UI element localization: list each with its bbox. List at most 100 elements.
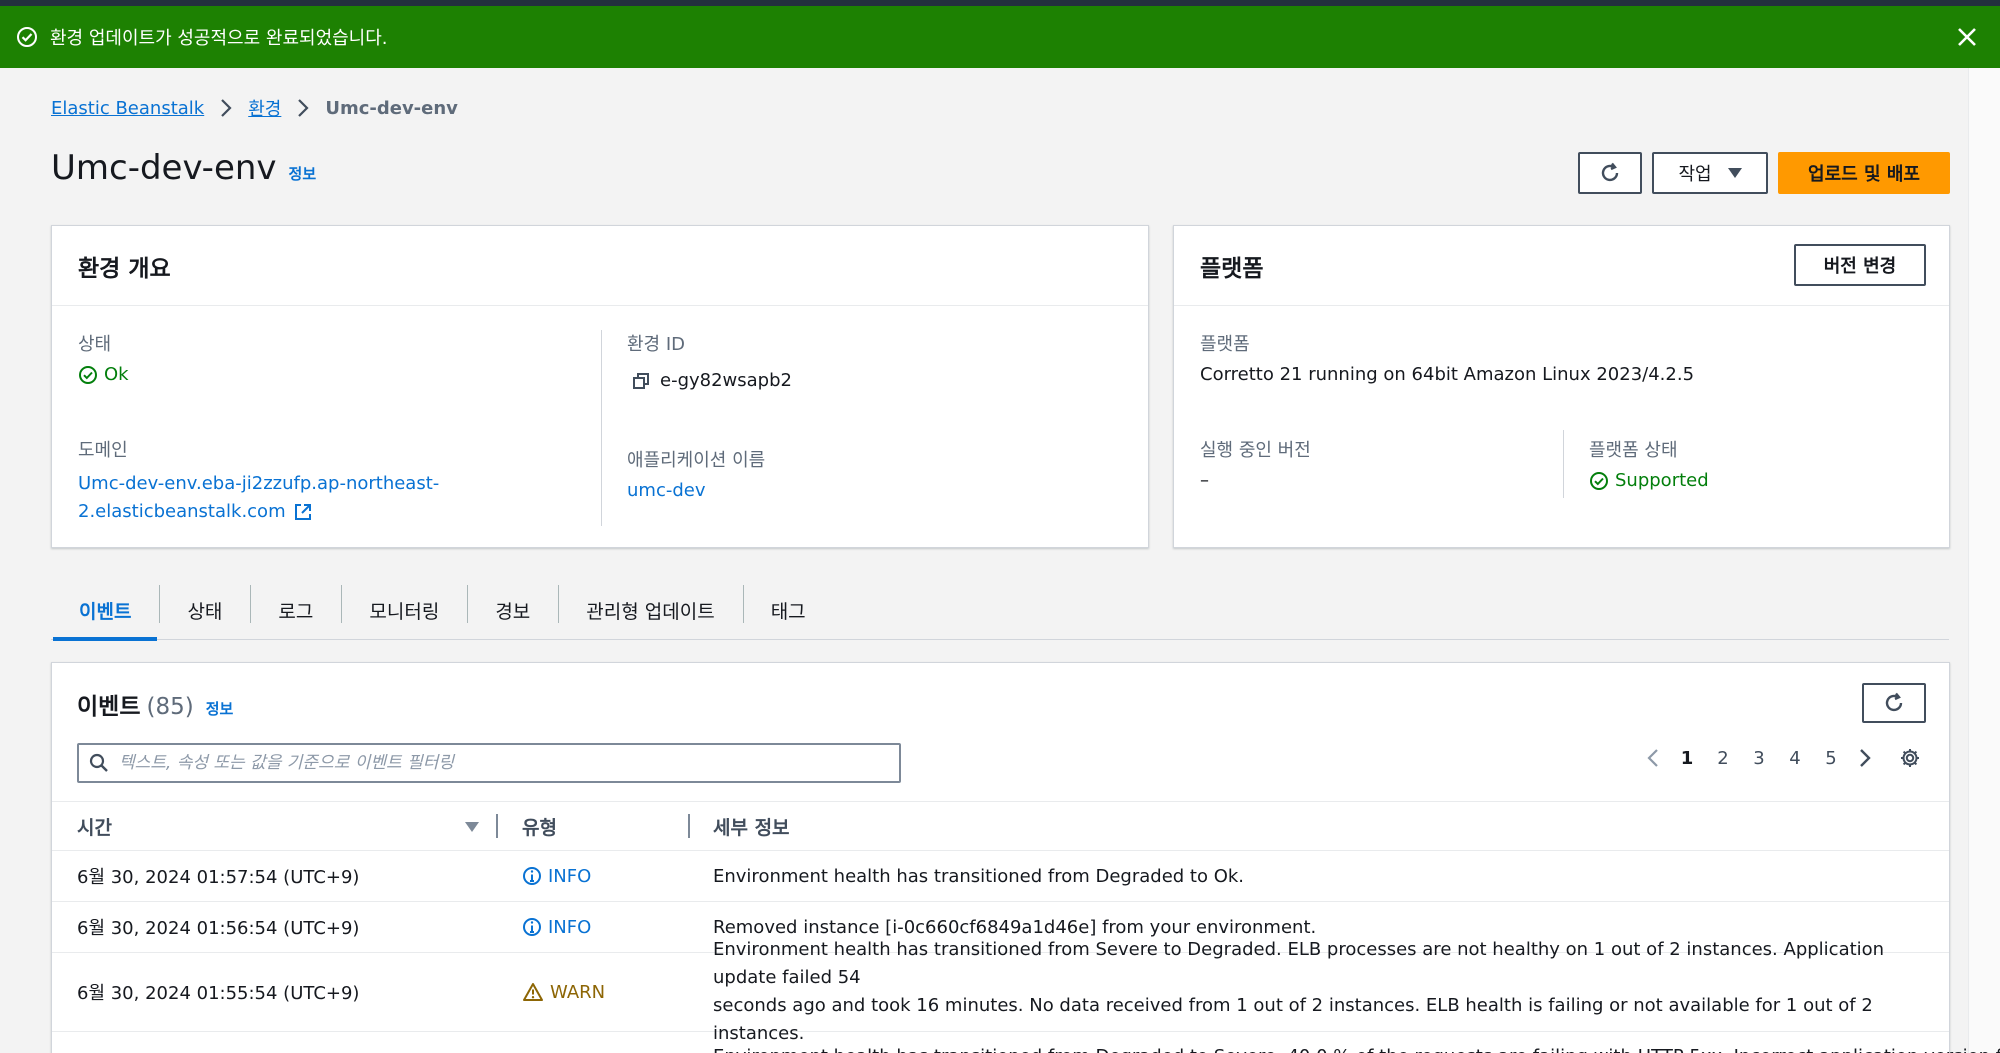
sort-down-icon[interactable] xyxy=(465,822,479,832)
column-type[interactable]: 유형 xyxy=(522,802,557,850)
tab-events[interactable]: 이벤트 xyxy=(51,582,159,641)
domain-line-1: Umc-dev-env.eba-ji2zzufp.ap-northeast- xyxy=(78,473,440,494)
status-ok-icon xyxy=(78,365,98,385)
page-5[interactable]: 5 xyxy=(1813,748,1849,769)
events-refresh-button[interactable] xyxy=(1862,683,1926,723)
column-resizer[interactable] xyxy=(688,814,690,838)
external-link-icon xyxy=(294,503,312,521)
change-version-button[interactable]: 버전 변경 xyxy=(1794,244,1926,286)
running-version-value: – xyxy=(1200,470,1209,491)
refresh-button[interactable] xyxy=(1578,152,1642,194)
env-id-text: e-gy82wsapb2 xyxy=(660,370,792,391)
domain-link[interactable]: Umc-dev-env.eba-ji2zzufp.ap-northeast- 2… xyxy=(78,470,439,526)
breadcrumb: Elastic Beanstalk 환경 Umc-dev-env xyxy=(51,95,458,121)
search-input[interactable] xyxy=(119,753,859,773)
platform-value: Corretto 21 running on 64bit Amazon Linu… xyxy=(1200,364,1695,385)
event-detail: Environment health has transitioned from… xyxy=(713,865,1245,887)
page-4[interactable]: 4 xyxy=(1777,748,1813,769)
event-type-text: INFO xyxy=(548,916,592,938)
breadcrumb-environments[interactable]: 환경 xyxy=(248,95,281,121)
column-divider xyxy=(601,330,602,526)
event-type-text: WARN xyxy=(550,981,606,1003)
warning-icon xyxy=(522,982,544,1002)
tab-bar: 이벤트 상태 로그 모니터링 경보 관리형 업데이트 태그 xyxy=(51,582,1949,641)
events-title: 이벤트 xyxy=(77,694,141,720)
side-rail xyxy=(1968,68,2000,1053)
events-panel: 이벤트 (85) 정보 1 2 3 4 5 시간 유형 세부 정보 6월 30,… xyxy=(51,662,2000,1053)
chevron-left-icon[interactable] xyxy=(1637,748,1669,768)
column-resizer[interactable] xyxy=(496,814,498,838)
chevron-right-icon xyxy=(297,98,309,118)
event-type: INFO xyxy=(522,902,591,952)
events-search[interactable] xyxy=(77,743,901,783)
domain-line-2: 2.elasticbeanstalk.com xyxy=(78,501,286,522)
status-text: Ok xyxy=(104,364,129,385)
column-divider xyxy=(1563,430,1564,498)
running-version-label: 실행 중인 버전 xyxy=(1200,440,1311,461)
page-3[interactable]: 3 xyxy=(1741,748,1777,769)
event-time: 6월 30, 2024 01:55:54 (UTC+9) xyxy=(77,983,360,1004)
page-title: Umc-dev-env xyxy=(51,148,277,188)
card-title: 환경 개요 xyxy=(52,226,1148,306)
event-time: 6월 30, 2024 01:57:54 (UTC+9) xyxy=(77,867,360,888)
flash-message: 환경 업데이트가 성공적으로 완료되었습니다. xyxy=(50,28,388,49)
page-title-container: Umc-dev-env 정보 xyxy=(51,148,316,188)
platform-status-value: Supported xyxy=(1589,470,1709,491)
platform-status-label: 플랫폼 상태 xyxy=(1589,440,1678,461)
event-type-text: INFO xyxy=(548,865,592,887)
domain-label: 도메인 xyxy=(78,440,128,461)
success-check-icon xyxy=(16,26,38,48)
status-label: 상태 xyxy=(78,334,112,355)
env-id-label: 환경 ID xyxy=(627,334,686,355)
tab-alarms[interactable]: 경보 xyxy=(467,582,558,639)
event-type: WARN xyxy=(522,953,605,1031)
platform-card: 플랫폼 버전 변경 플랫폼 Corretto 21 running on 64b… xyxy=(1173,225,1950,548)
chevron-right-icon[interactable] xyxy=(1849,748,1881,768)
event-detail-line-1: Environment health has transitioned from… xyxy=(713,939,1885,988)
gear-icon[interactable] xyxy=(1899,747,1921,769)
tab-health[interactable]: 상태 xyxy=(159,582,250,639)
refresh-icon xyxy=(1598,161,1622,185)
table-row: 6월 30, 2024 01:55:54 (UTC+9) WARN Enviro… xyxy=(52,939,1949,1044)
event-time: 6월 30, 2024 01:56:54 (UTC+9) xyxy=(77,918,360,939)
event-detail: Environment health has transitioned from… xyxy=(713,1044,2000,1053)
tab-logs[interactable]: 로그 xyxy=(250,582,341,639)
app-name-label: 애플리케이션 이름 xyxy=(627,450,766,471)
event-type: INFO xyxy=(522,851,591,901)
actions-label: 작업 xyxy=(1678,164,1712,185)
table-row: 6월 30, 2024 01:57:54 (UTC+9) INFO Enviro… xyxy=(52,851,1949,902)
platform-status-text: Supported xyxy=(1615,470,1709,491)
event-detail: Environment health has transitioned from… xyxy=(713,939,1913,1044)
caret-down-icon xyxy=(1727,168,1742,178)
column-details[interactable]: 세부 정보 xyxy=(713,802,790,850)
app-name-link[interactable]: umc-dev xyxy=(627,480,706,501)
info-link[interactable]: 정보 xyxy=(206,698,234,719)
chevron-right-icon xyxy=(220,98,232,118)
info-icon xyxy=(522,917,542,937)
close-icon[interactable] xyxy=(1954,24,1980,50)
upload-deploy-button[interactable]: 업로드 및 배포 xyxy=(1778,152,1950,194)
breadcrumb-elastic-beanstalk[interactable]: Elastic Beanstalk xyxy=(51,98,204,119)
platform-label: 플랫폼 xyxy=(1200,334,1250,355)
tab-managed-updates[interactable]: 관리형 업데이트 xyxy=(558,582,742,639)
table-header: 시간 유형 세부 정보 xyxy=(52,801,1949,851)
refresh-icon xyxy=(1882,691,1906,715)
environment-overview-card: 환경 개요 상태 Ok 도메인 Umc-dev-env.eba-ji2zzufp… xyxy=(51,225,1149,548)
actions-dropdown[interactable]: 작업 xyxy=(1652,152,1768,194)
page-2[interactable]: 2 xyxy=(1705,748,1741,769)
search-icon xyxy=(89,753,109,773)
tab-tags[interactable]: 태그 xyxy=(742,582,834,639)
events-count: (85) xyxy=(146,694,194,720)
tab-monitoring[interactable]: 모니터링 xyxy=(341,582,467,639)
breadcrumb-current: Umc-dev-env xyxy=(325,97,458,119)
pagination: 1 2 3 4 5 xyxy=(1637,747,1921,769)
success-flashbar: 환경 업데이트가 성공적으로 완료되었습니다. xyxy=(0,6,2000,68)
table-row: Environment health has transitioned from… xyxy=(52,1032,2000,1053)
env-id-value: e-gy82wsapb2 xyxy=(632,370,792,391)
column-time[interactable]: 시간 xyxy=(77,802,112,850)
copy-icon[interactable] xyxy=(632,372,650,390)
info-link[interactable]: 정보 xyxy=(289,163,317,184)
page-1[interactable]: 1 xyxy=(1669,748,1705,769)
status-ok-icon xyxy=(1589,471,1609,491)
events-header: 이벤트 (85) 정보 xyxy=(77,687,233,721)
